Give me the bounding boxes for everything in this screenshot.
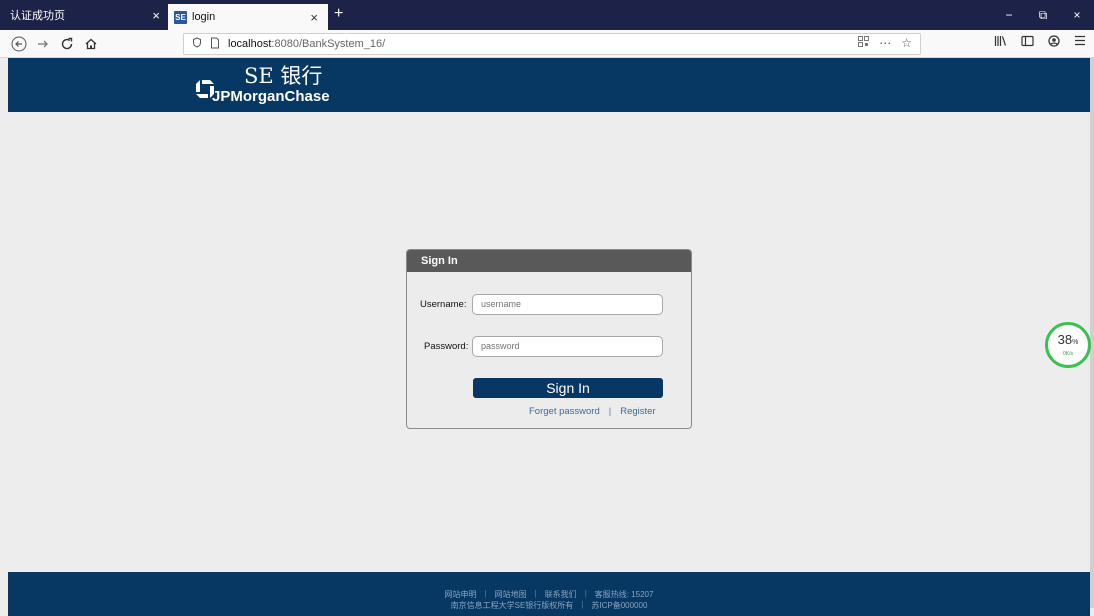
speed-rate: 0K/s: [1062, 351, 1073, 357]
url-bar[interactable]: localhost:8080/BankSystem_16/ ⋯ ☆: [183, 33, 921, 55]
footer-copyright: 南京信息工程大学SE银行版权所有: [450, 601, 574, 610]
url-host: localhost: [228, 38, 272, 50]
sign-in-button[interactable]: Sign In: [473, 378, 663, 398]
speed-percent-unit: %: [1072, 339, 1079, 346]
footer-link-statement[interactable]: 网站申明: [445, 589, 477, 600]
reload-button[interactable]: [56, 33, 78, 55]
network-speed-widget[interactable]: 38% 0K/s: [1045, 322, 1091, 368]
window-controls: − ⧉ ×: [992, 0, 1094, 30]
forward-button[interactable]: [32, 33, 54, 55]
library-icon[interactable]: [994, 35, 1007, 50]
register-link[interactable]: Register: [620, 406, 655, 417]
sign-in-panel: Sign In Username: Password: Sign In Forg…: [406, 249, 692, 429]
home-icon: [85, 38, 97, 50]
password-row: Password:: [407, 335, 691, 357]
restore-button[interactable]: ⧉: [1026, 8, 1060, 23]
footer-separator: |: [581, 600, 584, 609]
page-footer: 网站申明 | 网站地图 | 联系我们 | 客服热线: 15207 南京信息工程大…: [8, 572, 1090, 616]
page-scrollbar[interactable]: [1090, 58, 1094, 608]
tab-title: login: [192, 11, 216, 23]
url-path: :8080/BankSystem_16/: [271, 38, 386, 50]
footer-copyright-line: 南京信息工程大学SE银行版权所有 | 苏ICP备000000: [8, 600, 1090, 611]
qr-code-icon[interactable]: [858, 36, 870, 50]
password-label: Password:: [424, 340, 469, 352]
tab-title: 认证成功页: [10, 10, 65, 22]
footer-separator: |: [484, 589, 487, 598]
reload-icon: [61, 37, 73, 50]
browser-tab-bar: 认证成功页 × SE login × + − ⧉ ×: [0, 0, 1094, 30]
bank-name: SE 银行: [244, 64, 323, 88]
auth-links: Forget password | Register: [529, 406, 656, 417]
footer-links: 网站申明 | 网站地图 | 联系我们 | 客服热线: 15207: [8, 589, 1090, 600]
url-text[interactable]: localhost:8080/BankSystem_16/: [228, 38, 385, 50]
tab-auth-success[interactable]: 认证成功页 ×: [0, 0, 168, 30]
footer-icp: 苏ICP备000000: [591, 601, 648, 610]
footer-hotline: 客服热线: 15207: [594, 590, 654, 599]
more-actions-icon[interactable]: ⋯: [879, 36, 891, 50]
shield-icon[interactable]: [192, 37, 202, 51]
speed-percent: 38: [1057, 332, 1073, 347]
username-label: Username:: [420, 298, 467, 310]
tab-login[interactable]: SE login ×: [168, 4, 328, 30]
browser-nav-bar: localhost:8080/BankSystem_16/ ⋯ ☆: [0, 30, 1094, 58]
link-separator: |: [608, 406, 612, 417]
brand-name: JPMorganChase: [212, 88, 330, 105]
bookmark-star-icon[interactable]: ☆: [901, 36, 912, 50]
forward-arrow-icon: [38, 40, 48, 48]
username-input[interactable]: [472, 293, 663, 315]
footer-separator: |: [584, 589, 587, 598]
url-actions: ⋯ ☆: [858, 36, 912, 50]
sidebar-icon[interactable]: [1021, 35, 1034, 50]
close-icon[interactable]: ×: [152, 8, 160, 23]
home-button[interactable]: [80, 33, 102, 55]
password-input[interactable]: [472, 335, 663, 357]
footer-link-sitemap[interactable]: 网站地图: [495, 589, 527, 600]
account-icon[interactable]: [1048, 35, 1060, 50]
minimize-button[interactable]: −: [992, 8, 1026, 22]
back-button[interactable]: [8, 33, 30, 55]
username-row: Username:: [407, 293, 691, 315]
page-header: SE 银行 JPMorganChase: [8, 58, 1090, 112]
new-tab-button[interactable]: +: [334, 5, 343, 23]
toolbar-right: [994, 35, 1086, 50]
site-favicon-icon: SE: [174, 10, 187, 24]
panel-title: Sign In: [407, 250, 691, 272]
footer-separator: |: [534, 589, 537, 598]
menu-icon[interactable]: [1074, 35, 1086, 50]
window-close-button[interactable]: ×: [1060, 8, 1094, 22]
back-arrow-icon: [11, 36, 27, 52]
page-icon: [210, 37, 220, 52]
close-icon[interactable]: ×: [310, 10, 318, 25]
forgot-password-link[interactable]: Forget password: [529, 406, 600, 417]
footer-link-contact[interactable]: 联系我们: [545, 589, 577, 600]
